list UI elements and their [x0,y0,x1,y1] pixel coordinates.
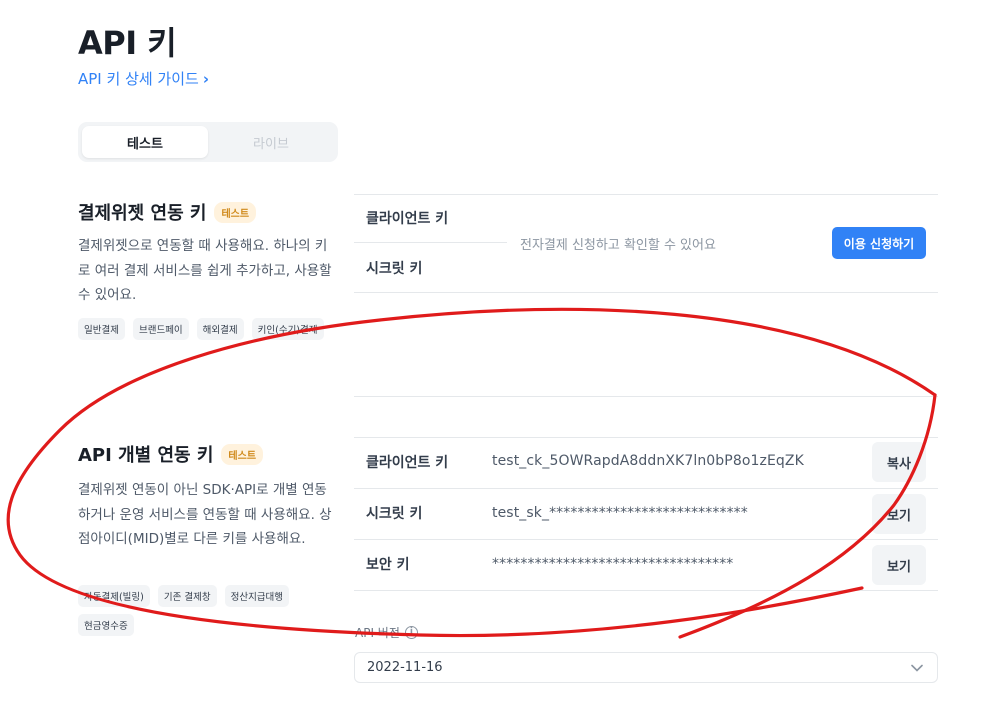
divider [354,242,507,243]
view-secret-button[interactable]: 보기 [872,494,926,534]
security-key-label: 보안 키 [366,557,410,573]
mode-toggle: 테스트 라이브 [78,122,338,162]
tab-live[interactable]: 라이브 [208,126,334,158]
tag: 자동결제(빌링) [78,585,150,607]
api-version-label-text: API 버전 [355,626,400,640]
api-version-select[interactable]: 2022-11-16 [354,652,938,683]
divider [354,194,938,195]
widget-section-title: 결제위젯 연동 키 테스트 [78,199,257,225]
widget-tags: 일반결제 브랜드페이 해외결제 키인(수기)결제 [78,318,348,340]
widget-section-description: 결제위젯으로 연동할 때 사용해요. 하나의 키로 여러 결제 서비스를 쉽게 … [78,238,332,303]
section-divider [354,396,938,397]
page-title: API 키 [78,24,177,62]
security-key-value: ********************************** [492,556,734,572]
api-key-guide-link[interactable]: API 키 상세 가이드 › [78,68,209,89]
copy-button[interactable]: 복사 [872,442,926,482]
individual-section-title-text: API 개별 연동 키 [78,445,214,466]
test-badge: 테스트 [221,443,264,465]
guide-link-label: API 키 상세 가이드 [78,70,199,88]
individual-section-description: 결제위젯 연동이 아닌 SDK·API로 개별 연동하거나 운영 서비스를 연동… [78,482,332,547]
secret-key-value: test_sk_**************************** [492,505,748,521]
apply-button[interactable]: 이용 신청하기 [832,227,926,259]
info-icon[interactable]: i [404,626,418,639]
view-security-button[interactable]: 보기 [872,545,926,585]
tab-test[interactable]: 테스트 [82,126,208,158]
tag: 현금영수증 [78,614,134,636]
secret-key-label: 시크릿 키 [366,506,423,522]
individual-section-title: API 개별 연동 키 테스트 [78,441,264,467]
api-version-value: 2022-11-16 [367,660,443,675]
test-badge: 테스트 [214,201,257,223]
tag: 해외결제 [196,318,244,340]
divider [354,590,938,591]
divider [354,437,938,438]
widget-secret-key-label: 시크릿 키 [366,261,423,277]
widget-section-title-text: 결제위젯 연동 키 [78,203,207,224]
tag: 브랜드페이 [132,318,189,340]
widget-notice: 전자결제 신청하고 확인할 수 있어요 [520,238,716,253]
tag: 일반결제 [78,318,125,340]
client-key-value: test_ck_5OWRapdA8ddnXK7ln0bP8o1zEqZK [492,453,804,469]
tag: 키인(수기)결제 [251,318,324,340]
widget-client-key-label: 클라이언트 키 [366,211,449,227]
tag: 기존 결제창 [157,585,217,607]
chevron-right-icon: › [202,69,210,88]
divider [354,292,938,293]
tag: 정산지급대행 [224,585,290,607]
divider [354,488,938,489]
api-version-label: API 버전 i [355,624,418,641]
divider [354,539,938,540]
individual-tags: 자동결제(빌링) 기존 결제창 정산지급대행 현금영수증 [78,585,348,636]
client-key-label: 클라이언트 키 [366,455,449,471]
chevron-down-icon [911,664,923,672]
